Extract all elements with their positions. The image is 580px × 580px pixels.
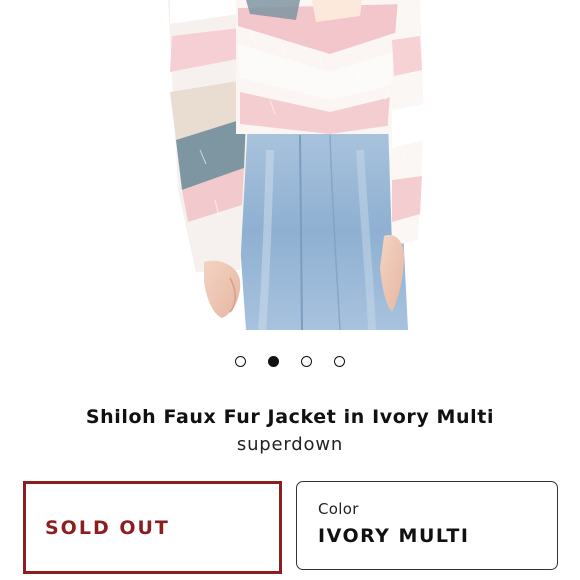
color-selector[interactable]: Color IVORY MULTI — [296, 481, 558, 570]
product-page: Shiloh Faux Fur Jacket in Ivory Multi su… — [0, 0, 580, 580]
product-brand[interactable]: superdown — [0, 434, 580, 455]
sold-out-button[interactable]: SOLD OUT — [23, 481, 282, 574]
carousel-dots — [0, 356, 580, 367]
carousel-dot-4[interactable] — [334, 356, 345, 367]
color-value: IVORY MULTI — [318, 525, 470, 547]
carousel-dot-2[interactable] — [268, 356, 279, 367]
color-label: Color — [318, 500, 359, 518]
product-image[interactable] — [0, 0, 580, 330]
carousel-dot-1[interactable] — [235, 356, 246, 367]
sold-out-label: SOLD OUT — [45, 516, 170, 539]
product-title: Shiloh Faux Fur Jacket in Ivory Multi — [85, 406, 495, 428]
carousel-dot-3[interactable] — [301, 356, 312, 367]
